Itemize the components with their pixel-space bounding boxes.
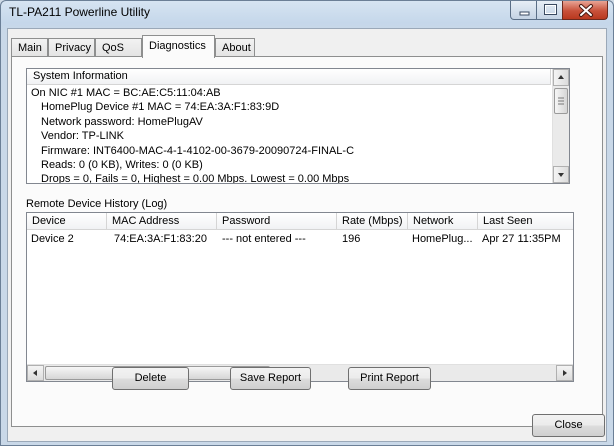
log-column-headers: Device MAC Address Password Rate (Mbps) … (27, 213, 573, 230)
tab-label: Diagnostics (149, 40, 206, 52)
system-information-lines: On NIC #1 MAC = BC:AE:C5:11:04:AB HomePl… (31, 86, 551, 184)
homeplug-mac-line: HomePlug Device #1 MAC = 74:EA:3A:F1:83:… (41, 101, 280, 114)
reads-writes-line: Reads: 0 (0 KB), Writes: 0 (0 KB) (41, 158, 203, 171)
close-icon (579, 4, 593, 17)
tab-label: Privacy (55, 42, 92, 54)
system-information-list[interactable]: System Information On NIC #1 MAC = BC:AE… (26, 68, 570, 184)
column-header-device[interactable]: Device (27, 213, 107, 230)
arrow-up-icon (558, 75, 564, 79)
drops-fails-line: Drops = 0, Fails = 0, Highest = 0.00 Mbp… (41, 173, 350, 184)
firmware-line: Firmware: INT6400-MAC-4-1-4102-00-3679-2… (41, 144, 355, 157)
scroll-down-button[interactable] (553, 166, 569, 183)
vendor-line: Vendor: TP-LINK (41, 130, 124, 143)
print-report-button[interactable]: Print Report (348, 367, 431, 390)
arrow-right-icon (563, 370, 567, 376)
password-cell: --- not entered --- (222, 233, 306, 245)
rate-cell: 196 (342, 233, 361, 245)
title-bar[interactable]: TL-PA211 Powerline Utility (1, 1, 613, 27)
tab-diagnostics[interactable]: Diagnostics (142, 35, 215, 58)
column-header-last-seen[interactable]: Last Seen (478, 213, 573, 230)
network-cell: HomePlug... (412, 233, 473, 245)
network-password-line: Network password: HomePlugAV (41, 115, 203, 128)
scroll-right-button[interactable] (556, 365, 573, 381)
close-button[interactable]: Close (532, 414, 605, 437)
scroll-left-button[interactable] (27, 365, 44, 381)
arrow-down-icon (558, 173, 564, 177)
save-report-button[interactable]: Save Report (230, 367, 311, 390)
column-header-network[interactable]: Network (408, 213, 478, 230)
minimize-button[interactable] (510, 1, 537, 20)
tab-about[interactable]: About (215, 38, 255, 57)
column-header-password[interactable]: Password (217, 213, 337, 230)
tab-privacy[interactable]: Privacy (48, 38, 95, 57)
column-header-rate[interactable]: Rate (Mbps) (337, 213, 408, 230)
tab-main[interactable]: Main (11, 38, 48, 57)
delete-button[interactable]: Delete (112, 367, 189, 390)
scroll-up-button[interactable] (553, 69, 569, 86)
app-window: TL-PA211 Powerline Utility Main Privacy … (0, 0, 614, 446)
system-information-header[interactable]: System Information (27, 69, 551, 85)
mac-address-cell: 74:EA:3A:F1:83:20 (114, 233, 207, 245)
table-row[interactable]: Device 2 74:EA:3A:F1:83:20 --- not enter… (27, 233, 573, 249)
arrow-left-icon (33, 370, 37, 376)
maximize-icon (544, 4, 557, 15)
grip-icon (558, 97, 564, 105)
vertical-scroll-thumb[interactable] (554, 88, 568, 114)
close-window-button[interactable] (562, 1, 608, 20)
client-area: Main Privacy QoS Diagnostics About Syste… (7, 28, 607, 442)
minimize-icon (519, 11, 530, 16)
tab-label: About (222, 42, 251, 54)
tab-label: Main (18, 42, 42, 54)
tab-label: QoS (102, 42, 125, 54)
column-header-mac-address[interactable]: MAC Address (107, 213, 217, 230)
remote-log-label: Remote Device History (Log) (26, 198, 168, 210)
vertical-scrollbar[interactable] (552, 69, 569, 183)
last-seen-cell: Apr 27 11:35PM (482, 233, 561, 245)
window-title: TL-PA211 Powerline Utility (9, 5, 150, 19)
tab-qos[interactable]: QoS (95, 38, 142, 57)
nic-mac-line: On NIC #1 MAC = BC:AE:C5:11:04:AB (31, 87, 221, 99)
maximize-button[interactable] (536, 1, 563, 20)
remote-device-log[interactable]: Device MAC Address Password Rate (Mbps) … (26, 212, 574, 382)
device-cell: Device 2 (31, 233, 74, 245)
